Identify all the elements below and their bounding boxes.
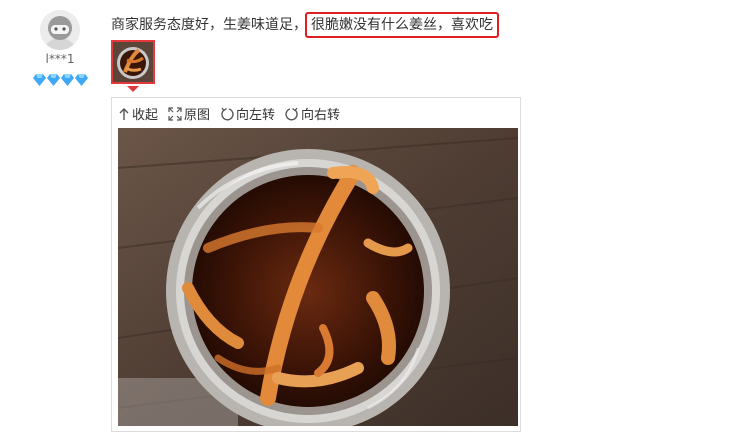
username: l***1 (45, 52, 75, 66)
viewer-toolbar: 收起 原图 向左转 向右转 (118, 104, 340, 123)
review-photo-large[interactable] (118, 128, 518, 426)
collapse-label: 收起 (132, 108, 159, 123)
diamond-icon (47, 71, 60, 86)
arrow-up-icon (119, 107, 129, 120)
diamond-icon (61, 71, 74, 86)
review-text-highlight: 很脆嫩没有什么姜丝，喜欢吃 (305, 12, 499, 38)
original-image-button[interactable]: 原图 (168, 104, 210, 123)
pickled-ginger-jar-image (118, 128, 518, 426)
diamond-icon (33, 71, 46, 86)
rotate-left-label: 向左转 (236, 108, 276, 123)
review-text-plain: 商家服务态度好，生姜味道足， (111, 17, 307, 33)
avatar-icon (40, 10, 80, 50)
thumbnail-selected-arrow (127, 86, 139, 92)
photo-viewer: 收起 原图 向左转 向右转 (111, 97, 521, 432)
diamond-icon (75, 71, 88, 86)
rotate-left-icon (221, 107, 234, 120)
rotate-left-button[interactable]: 向左转 (220, 104, 275, 123)
rotate-right-icon (285, 107, 298, 120)
jar-thumbnail-image (113, 42, 153, 82)
user-avatar[interactable] (40, 10, 80, 50)
expand-icon (168, 106, 182, 121)
review-photo-thumbnail[interactable] (111, 40, 155, 84)
rotate-right-label: 向右转 (301, 108, 341, 123)
original-image-label: 原图 (184, 108, 211, 123)
review-text: 商家服务态度好，生姜味道足， 很脆嫩没有什么姜丝，喜欢吃 (111, 12, 499, 38)
rotate-right-button[interactable]: 向右转 (285, 104, 340, 123)
vip-badges (33, 71, 88, 86)
next-review-preview (110, 438, 710, 448)
collapse-button[interactable]: 收起 (118, 104, 158, 123)
